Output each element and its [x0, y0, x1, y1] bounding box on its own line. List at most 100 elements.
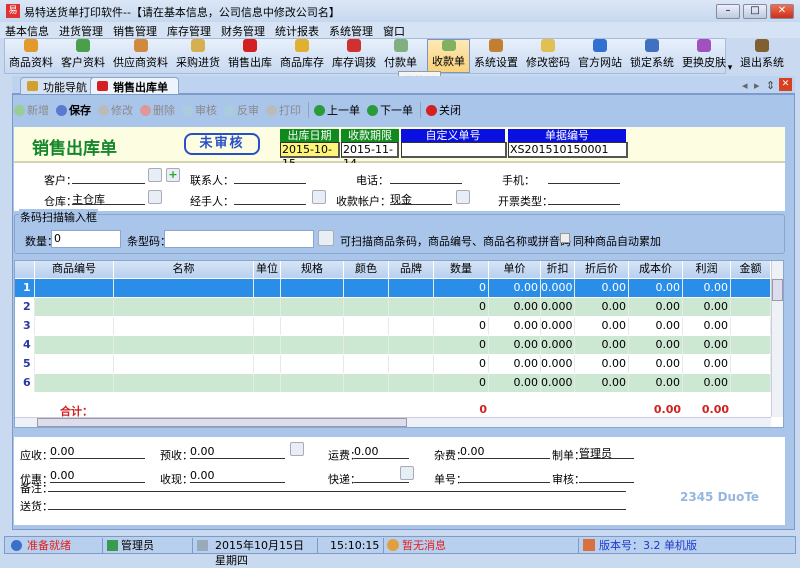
cell-brand[interactable]: [389, 317, 434, 335]
toolbar-button-receipt[interactable]: 收款单: [427, 39, 470, 73]
dropdown-arrow-icon[interactable]: ▾: [728, 63, 733, 73]
barcode-input[interactable]: [164, 230, 314, 248]
cell-net-price[interactable]: 0.00: [575, 374, 629, 392]
cell-profit[interactable]: 0.00: [683, 298, 731, 316]
table-row[interactable]: 5 0 0.00 0.000 0.00 0.00 0.00: [15, 355, 771, 373]
cell-color[interactable]: [344, 317, 389, 335]
cell-amount[interactable]: [731, 317, 771, 335]
cell-color[interactable]: [344, 374, 389, 392]
account-input[interactable]: 现金: [390, 191, 452, 206]
toolbar-button-payment[interactable]: 付款单: [380, 39, 421, 73]
cell-brand[interactable]: [389, 374, 434, 392]
cell-unit-price[interactable]: 0.00: [489, 336, 541, 354]
cell-discount[interactable]: 0.000: [541, 279, 575, 297]
qty-input[interactable]: 0: [51, 230, 121, 248]
receivable-input[interactable]: 0.00: [50, 445, 145, 459]
form-button-close[interactable]: 关闭: [426, 102, 461, 118]
column-header-row-number[interactable]: [15, 261, 35, 278]
cell-color[interactable]: [344, 336, 389, 354]
cell-unit[interactable]: [254, 298, 281, 316]
freight-input[interactable]: 0.00: [354, 445, 409, 459]
cell-name[interactable]: [114, 298, 254, 316]
cell-brand[interactable]: [389, 336, 434, 354]
cell-amount[interactable]: [731, 279, 771, 297]
cell-quantity[interactable]: 0: [434, 317, 489, 335]
form-button-delete[interactable]: 删除: [140, 102, 175, 118]
contact-input[interactable]: [234, 170, 306, 184]
toolbar-button-lock[interactable]: 锁定系统: [626, 39, 678, 73]
column-header-quantity[interactable]: 数量: [434, 261, 489, 278]
toolbar-button-goods[interactable]: 商品资料: [5, 39, 57, 73]
toolbar-button-settings[interactable]: 系统设置: [470, 39, 522, 73]
cell-unit[interactable]: [254, 374, 281, 392]
cell-brand[interactable]: [389, 355, 434, 373]
cell-cost-price[interactable]: 0.00: [629, 279, 683, 297]
cell-name[interactable]: [114, 374, 254, 392]
select-handler-icon[interactable]: [312, 190, 326, 204]
cell-discount[interactable]: 0.000: [541, 317, 575, 335]
toolbar-button-password[interactable]: 修改密码: [522, 39, 574, 73]
cell-profit[interactable]: 0.00: [683, 317, 731, 335]
select-customer-icon[interactable]: [148, 168, 162, 182]
cell-unit-price[interactable]: 0.00: [489, 355, 541, 373]
remark-input[interactable]: [48, 478, 626, 492]
minimize-button[interactable]: –: [716, 4, 740, 19]
column-header-brand[interactable]: 品牌: [389, 261, 434, 278]
tab-function-nav[interactable]: 功能导航: [20, 77, 98, 94]
cell-net-price[interactable]: 0.00: [575, 317, 629, 335]
column-header-unit-price[interactable]: 单价: [489, 261, 541, 278]
cell-color[interactable]: [344, 279, 389, 297]
menu-item[interactable]: 库存管理: [162, 22, 216, 39]
cell-unit[interactable]: [254, 279, 281, 297]
cell-quantity[interactable]: 0: [434, 336, 489, 354]
cell-unit[interactable]: [254, 355, 281, 373]
cell-spec[interactable]: [281, 298, 344, 316]
misc-input[interactable]: 0.00: [460, 445, 550, 459]
handler-input[interactable]: [234, 191, 306, 205]
vertical-scroll-thumb[interactable]: [772, 279, 783, 301]
cell-profit[interactable]: 0.00: [683, 355, 731, 373]
form-button-prev[interactable]: 上一单: [314, 102, 360, 118]
form-button-print[interactable]: 打印: [266, 102, 301, 118]
cell-amount[interactable]: [731, 374, 771, 392]
cell-spec[interactable]: [281, 355, 344, 373]
cell-profit[interactable]: 0.00: [683, 279, 731, 297]
cell-cost-price[interactable]: 0.00: [629, 317, 683, 335]
close-window-button[interactable]: ✕: [770, 4, 794, 19]
cell-quantity[interactable]: 0: [434, 279, 489, 297]
add-customer-icon[interactable]: +: [166, 168, 180, 182]
cell-spec[interactable]: [281, 374, 344, 392]
form-button-edit[interactable]: 修改: [98, 102, 133, 118]
prepaid-input[interactable]: 0.00: [190, 445, 285, 459]
form-button-next[interactable]: 下一单: [367, 102, 413, 118]
column-header-name[interactable]: 名称: [114, 261, 254, 278]
cell-discount[interactable]: 0.000: [541, 374, 575, 392]
menu-item[interactable]: 窗口: [378, 22, 410, 39]
toolbar-button-skin[interactable]: 更换皮肤 ▾: [678, 39, 733, 73]
invoice-input[interactable]: [548, 191, 620, 205]
column-header-amount[interactable]: 金额: [731, 261, 771, 278]
cell-profit[interactable]: 0.00: [683, 336, 731, 354]
menu-item[interactable]: 基本信息: [0, 22, 54, 39]
cell-spec[interactable]: [281, 317, 344, 335]
cell-product-code[interactable]: [35, 317, 114, 335]
form-button-add[interactable]: 新增: [14, 102, 49, 118]
prepaid-lookup-icon[interactable]: [290, 442, 304, 456]
cell-brand[interactable]: [389, 279, 434, 297]
cell-discount[interactable]: 0.000: [541, 298, 575, 316]
cell-amount[interactable]: [731, 336, 771, 354]
form-button-approve[interactable]: 审核: [182, 102, 217, 118]
due-date-field[interactable]: 2015-11-14: [341, 142, 399, 170]
cell-amount[interactable]: [731, 355, 771, 373]
select-warehouse-icon[interactable]: [148, 190, 162, 204]
tab-prev-button[interactable]: ◂: [742, 79, 748, 92]
column-header-profit[interactable]: 利润: [683, 261, 731, 278]
cell-unit-price[interactable]: 0.00: [489, 317, 541, 335]
cell-unit[interactable]: [254, 336, 281, 354]
menu-item[interactable]: 系统管理: [324, 22, 378, 39]
tab-list-button[interactable]: ⇕: [766, 79, 775, 92]
table-row[interactable]: 1 0 0.00 0.000 0.00 0.00 0.00: [15, 279, 771, 297]
table-row[interactable]: 6 0 0.00 0.000 0.00 0.00 0.00: [15, 374, 771, 392]
customer-input[interactable]: [72, 170, 145, 184]
column-header-color[interactable]: 颜色: [344, 261, 389, 278]
